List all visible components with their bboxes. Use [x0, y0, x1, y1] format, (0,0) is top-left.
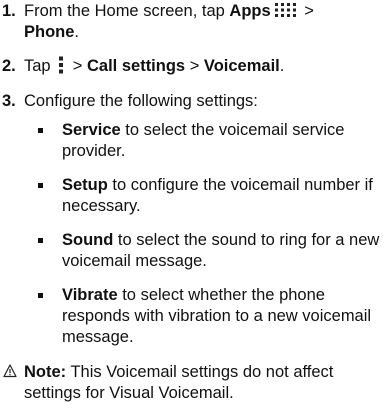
setting-text: Setup to configure the voicemail number …	[62, 175, 388, 217]
step-text: Tap > Call settings > Voicemail.	[24, 56, 386, 77]
setting-name: Sound	[62, 231, 114, 249]
step-text: From the Home screen, tap Apps > Phone.	[24, 1, 386, 43]
note-text: Note: This Voicemail settings do not aff…	[24, 362, 386, 404]
warning-icon	[3, 364, 17, 378]
setting-text: Service to select the voicemail service …	[62, 120, 388, 162]
instructions-page: 1. From the Home screen, tap Apps > Phon…	[0, 0, 392, 418]
step-number: 3.	[2, 92, 16, 110]
setting-text: Vibrate to select whether the phone resp…	[62, 285, 388, 348]
step-text: Configure the following settings:	[24, 92, 258, 110]
setting-text: Sound to select the sound to ring for a …	[62, 230, 388, 272]
setting-name: Vibrate	[62, 286, 118, 304]
period: .	[279, 57, 285, 75]
step-number: 2.	[2, 57, 16, 75]
note-body: This Voicemail settings do not affect se…	[24, 363, 334, 402]
apps-grid-icon	[274, 3, 296, 17]
apps-label: Apps	[229, 2, 271, 20]
note-label: Note:	[24, 363, 67, 381]
step-text-plain: Tap	[24, 57, 56, 75]
phone-label: Phone	[24, 23, 75, 41]
bullet-icon	[38, 293, 43, 298]
bullet-icon	[38, 128, 43, 133]
step-number: 1.	[2, 2, 16, 20]
voicemail-label: Voicemail	[203, 57, 280, 75]
period: .	[74, 23, 80, 41]
setting-desc: to configure the voicemail number if nec…	[62, 176, 373, 215]
setting-name: Service	[62, 121, 121, 139]
call-settings-label: Call settings	[87, 57, 186, 75]
separator: >	[68, 57, 87, 75]
step-text-plain: From the Home screen, tap	[24, 2, 230, 20]
bullet-icon	[38, 238, 43, 243]
separator: >	[299, 2, 314, 20]
setting-name: Setup	[62, 176, 108, 194]
bullet-icon	[38, 183, 43, 188]
separator: >	[185, 57, 204, 75]
menu-dots-icon	[59, 56, 64, 74]
